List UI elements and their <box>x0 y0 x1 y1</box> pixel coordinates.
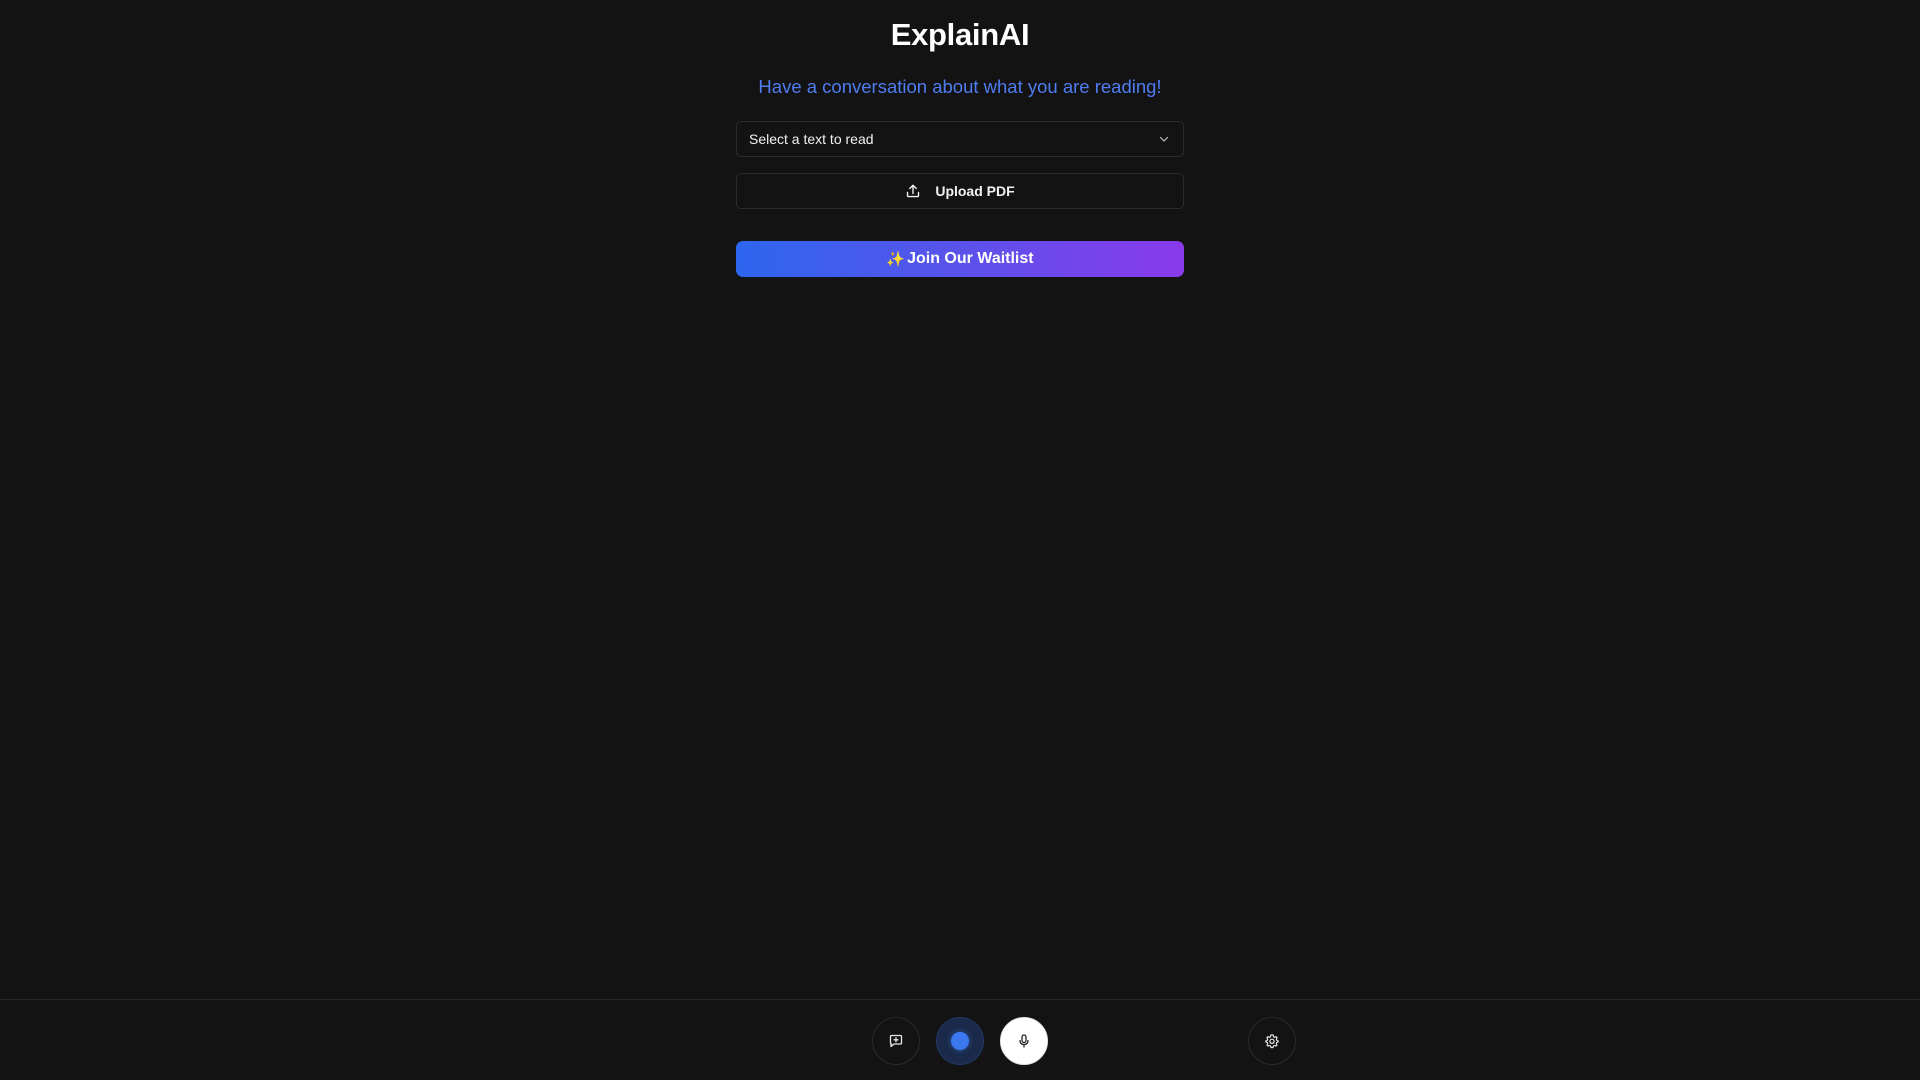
main-content: ExplainAI Have a conversation about what… <box>0 0 1920 999</box>
text-select-value: Select a text to read <box>749 131 874 147</box>
upload-icon <box>905 183 921 199</box>
sparkles-icon: ✨ <box>886 251 906 268</box>
upload-pdf-button[interactable]: Upload PDF <box>736 173 1184 209</box>
gear-icon <box>1264 1033 1280 1049</box>
chat-button[interactable] <box>872 1017 920 1065</box>
chevron-down-icon <box>1157 132 1171 146</box>
record-button[interactable] <box>936 1017 984 1065</box>
microphone-icon <box>1016 1033 1032 1049</box>
microphone-button[interactable] <box>1000 1017 1048 1065</box>
text-select-dropdown[interactable]: Select a text to read <box>736 121 1184 157</box>
settings-button[interactable] <box>1248 1017 1296 1065</box>
message-square-icon <box>888 1033 904 1049</box>
upload-pdf-label: Upload PDF <box>935 183 1015 199</box>
page-subtitle: Have a conversation about what you are r… <box>758 76 1162 97</box>
join-waitlist-button[interactable]: ✨ Join Our Waitlist <box>736 241 1184 277</box>
app-page: ExplainAI Have a conversation about what… <box>0 0 1920 1080</box>
bottom-toolbar <box>0 999 1920 1080</box>
record-indicator-icon <box>951 1032 969 1050</box>
join-waitlist-label: Join Our Waitlist <box>907 250 1034 267</box>
page-title: ExplainAI <box>890 17 1030 52</box>
